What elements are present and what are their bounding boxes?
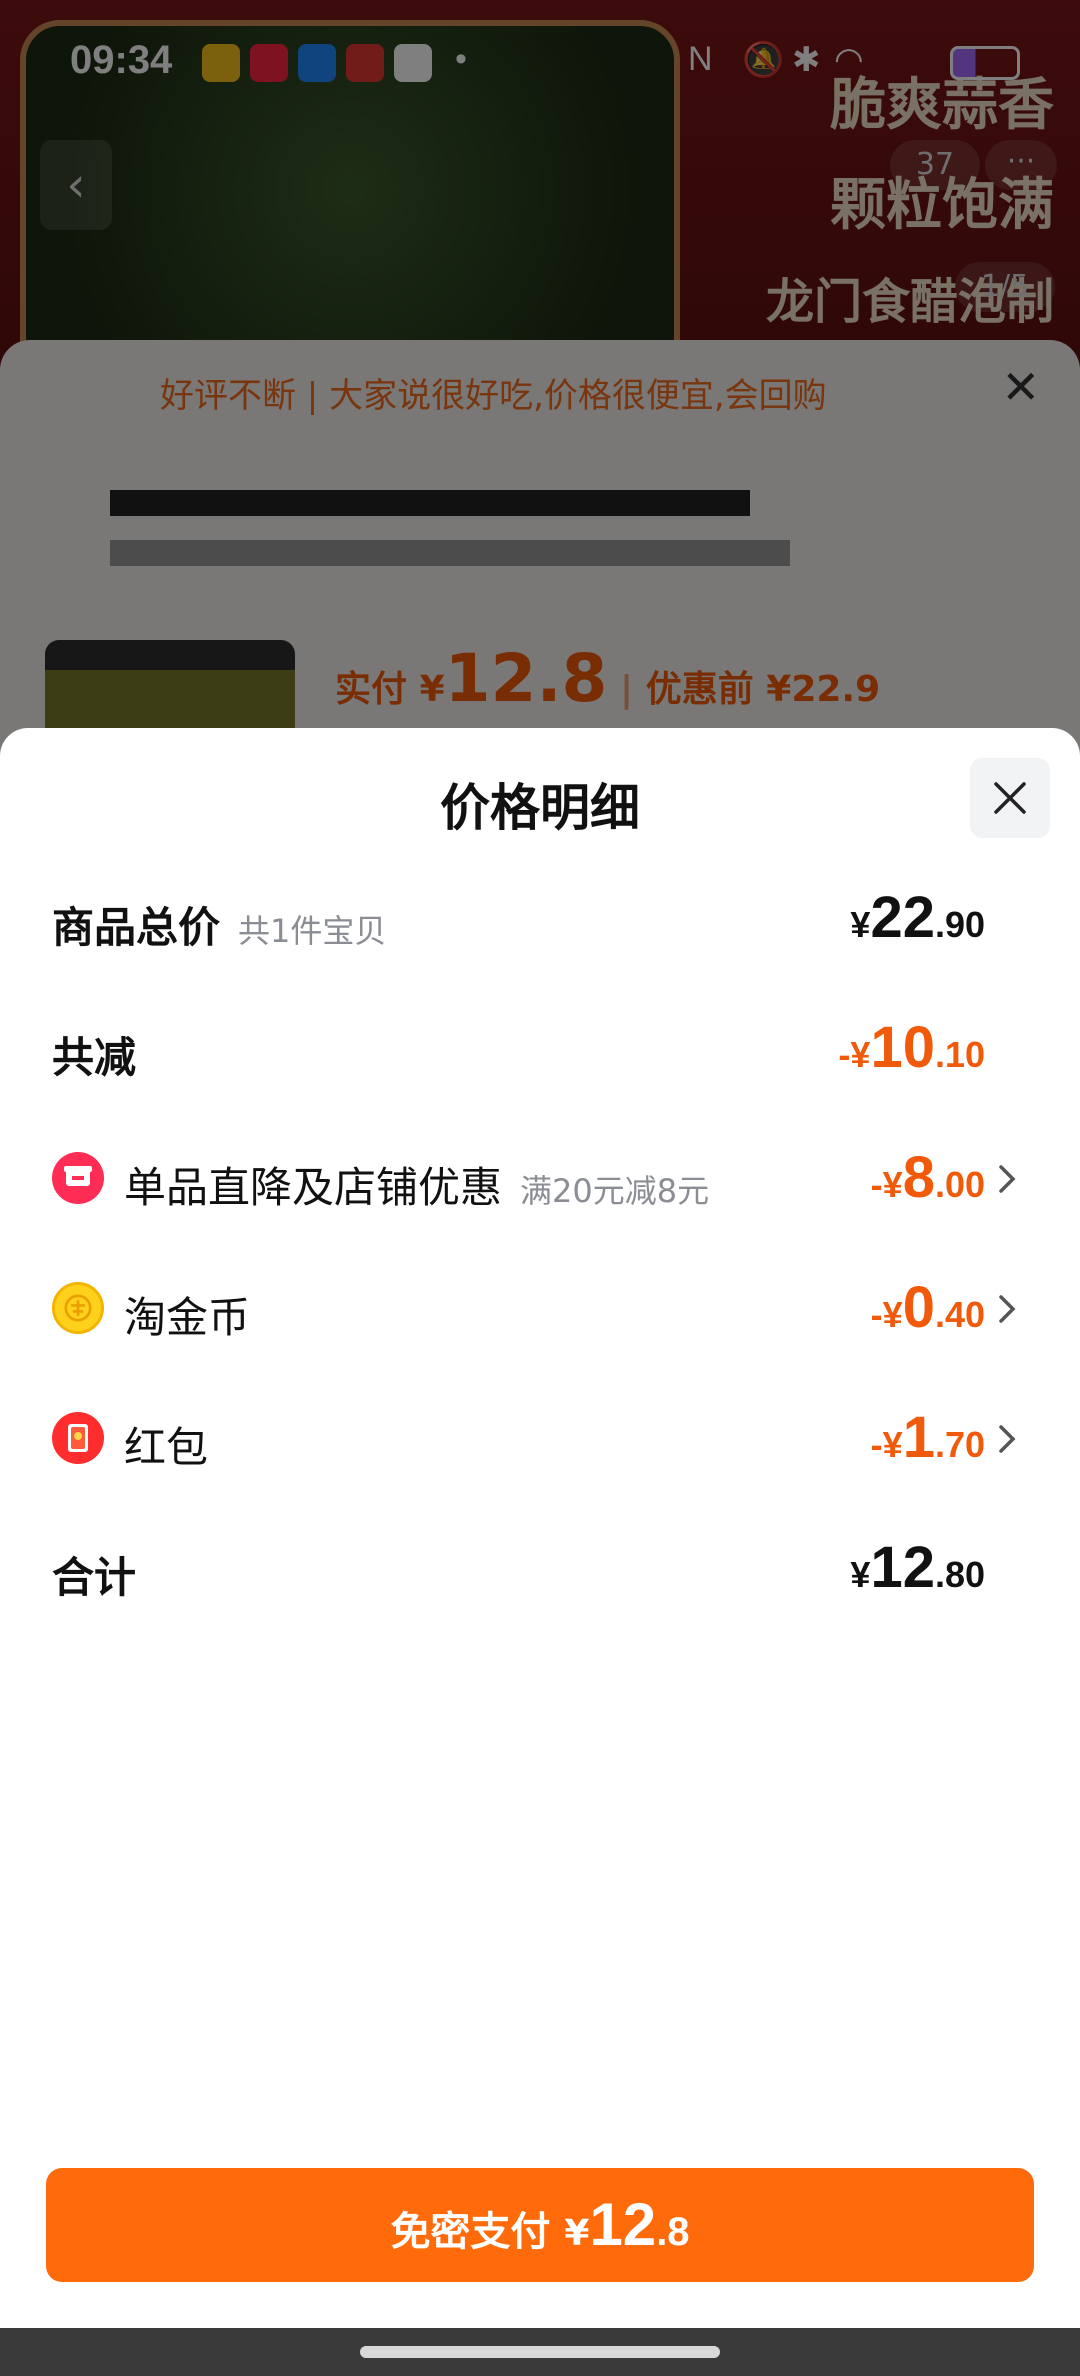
chevron-right-icon: [999, 1295, 1016, 1323]
amount-decimal: .70: [934, 1424, 985, 1465]
grand-total-amount: ¥12.80: [850, 1534, 985, 1601]
shop-discount-label: 单品直降及店铺优惠 满20元减8元: [124, 1154, 709, 1215]
row-item-total: 商品总价 共1件宝贝 ¥22.90: [0, 876, 1080, 966]
shop-discount-amount: -¥8.00: [871, 1144, 985, 1211]
home-indicator[interactable]: [360, 2346, 720, 2358]
price-detail-sheet: 价格明细 商品总价 共1件宝贝 ¥22.90 共减 -¥10.10 单品直降及店…: [0, 728, 1080, 2328]
item-total-amount: ¥22.90: [850, 884, 985, 951]
amount-integer: 8: [902, 1145, 935, 1210]
amount-decimal: .00: [934, 1164, 985, 1205]
total-discount-amount: -¥10.10: [838, 1014, 985, 1081]
currency: -¥: [870, 1424, 903, 1465]
amount-decimal: .40: [934, 1294, 985, 1335]
amount-integer: 22: [870, 885, 935, 950]
red-envelope-label: 红包: [124, 1423, 209, 1472]
item-total-text: 商品总价: [52, 903, 221, 952]
amount-integer: 10: [870, 1015, 935, 1080]
red-envelope-icon: [52, 1412, 104, 1464]
discount-rule: 满20元减8元: [520, 1172, 710, 1210]
amount-integer: 0: [902, 1275, 935, 1340]
amount-integer: 1: [902, 1405, 935, 1470]
red-envelope-amount: -¥1.70: [871, 1404, 985, 1471]
currency: ¥: [850, 1554, 871, 1595]
row-total-discount: 共减 -¥10.10: [0, 1006, 1080, 1096]
pay-button-label: 免密支付: [390, 2209, 551, 2255]
row-grand-total: 合计 ¥12.80: [0, 1526, 1080, 1616]
close-button[interactable]: [970, 758, 1050, 838]
taojinbi-label: 淘金币: [124, 1293, 251, 1342]
item-count: 共1件宝贝: [238, 912, 387, 950]
grand-total-label: 合计: [52, 1553, 137, 1602]
currency: ¥: [850, 904, 871, 945]
taojinbi-amount: -¥0.40: [871, 1274, 985, 1341]
pay-amount-integer: 12: [589, 2191, 657, 2258]
chevron-right-icon: [999, 1425, 1016, 1453]
amount-decimal: .10: [934, 1034, 985, 1075]
pay-amount-decimal: .8: [656, 2210, 690, 2254]
amount-decimal: .90: [934, 904, 985, 945]
amount-integer: 12: [870, 1535, 935, 1600]
chevron-right-icon: [999, 1165, 1016, 1193]
row-shop-discount[interactable]: 单品直降及店铺优惠 满20元减8元 -¥8.00: [0, 1136, 1080, 1226]
currency: -¥: [870, 1294, 903, 1335]
close-icon: [994, 782, 1026, 814]
password-free-pay-button[interactable]: 免密支付 ¥12.8: [46, 2168, 1034, 2282]
pay-currency: ¥: [564, 2213, 590, 2254]
system-nav-bar: [0, 2328, 1080, 2376]
shop-discount-text: 单品直降及店铺优惠: [124, 1163, 503, 1212]
amount-decimal: .80: [934, 1554, 985, 1595]
row-red-envelope[interactable]: 红包 -¥1.70: [0, 1396, 1080, 1486]
gold-coin-icon: [52, 1282, 104, 1334]
sheet-title: 价格明细: [440, 779, 640, 837]
row-taojinbi[interactable]: 淘金币 -¥0.40: [0, 1266, 1080, 1356]
shop-discount-icon: [52, 1152, 104, 1204]
currency: -¥: [838, 1034, 871, 1075]
currency: -¥: [870, 1164, 903, 1205]
total-discount-label: 共减: [52, 1033, 137, 1082]
item-total-label: 商品总价 共1件宝贝: [52, 894, 386, 955]
